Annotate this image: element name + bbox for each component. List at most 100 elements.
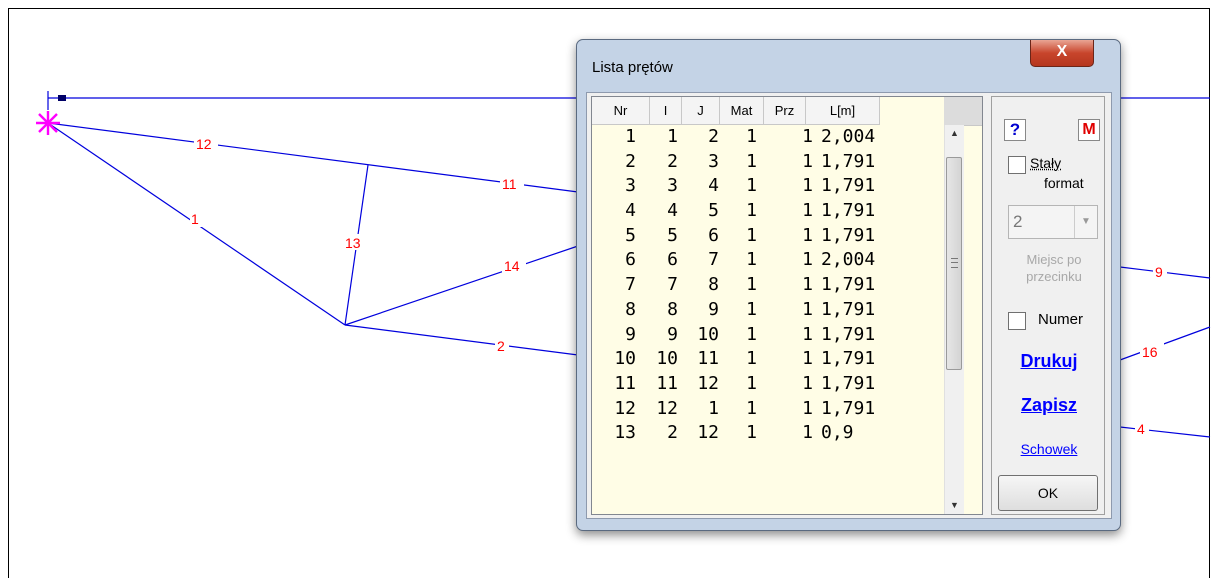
cell-nr: 5 [625, 224, 636, 246]
truss-member-4 [1119, 426, 1211, 438]
print-button[interactable]: Drukuj [992, 351, 1106, 372]
vertical-scrollbar[interactable]: ▲ ▼ [944, 125, 964, 514]
cell-nr: 9 [625, 323, 636, 345]
cell-j: 6 [708, 224, 719, 246]
cell-nr: 1 [625, 126, 636, 147]
list-header: Nr I J Mat Prz L[m] [592, 97, 962, 125]
cell-mat: 1 [746, 126, 757, 147]
header-mat[interactable]: Mat [720, 97, 764, 125]
cell-mat: 1 [746, 249, 757, 271]
cell-prz: 1 [802, 126, 813, 147]
cell-nr: 6 [625, 249, 636, 271]
table-row[interactable]: 8 8 9 1 1 1,791 [592, 298, 944, 323]
member-label-13: 13 [345, 235, 361, 251]
scroll-up-arrow-icon[interactable]: ▲ [945, 125, 964, 142]
cell-mat: 1 [746, 372, 757, 394]
cell-prz: 1 [802, 224, 813, 246]
header-prz[interactable]: Prz [764, 97, 806, 125]
m-button[interactable]: M [1078, 119, 1100, 141]
support-asterisk-icon [36, 111, 60, 135]
table-row[interactable]: 5 5 6 1 1 1,791 [592, 224, 944, 249]
cell-nr: 4 [625, 200, 636, 222]
cell-j: 3 [708, 150, 719, 172]
truss-member-14 [344, 245, 579, 326]
member-label-4: 4 [1137, 421, 1145, 437]
table-row[interactable]: 13 2 12 1 1 0,9 [592, 421, 944, 446]
cell-nr: 8 [625, 298, 636, 320]
cell-prz: 1 [802, 372, 813, 394]
cell-length: 1,791 [821, 372, 876, 394]
fixed-format-checkbox[interactable] [1008, 156, 1026, 174]
cell-mat: 1 [746, 224, 757, 246]
number-checkbox[interactable] [1008, 312, 1026, 330]
cell-i: 6 [667, 249, 678, 271]
cell-j: 11 [697, 348, 719, 370]
close-button[interactable]: X [1030, 40, 1094, 67]
cell-j: 12 [697, 372, 719, 394]
cell-i: 2 [667, 150, 678, 172]
decimal-places-label: Miejsc po przecinku [1026, 252, 1082, 284]
cell-nr: 10 [614, 348, 636, 370]
cell-length: 1,791 [821, 200, 876, 222]
cell-length: 1,791 [821, 150, 876, 172]
table-row[interactable]: 6 6 7 1 1 2,004 [592, 248, 944, 273]
header-i[interactable]: I [650, 97, 682, 125]
cell-i: 10 [656, 348, 678, 370]
cell-i: 3 [667, 175, 678, 197]
table-row[interactable]: 10 10 11 1 1 1,791 [592, 347, 944, 372]
cell-length: 1,791 [821, 224, 876, 246]
decimal-places-select[interactable]: 2 ▼ [1008, 205, 1098, 239]
cell-nr: 11 [614, 372, 636, 394]
cell-prz: 1 [802, 397, 813, 419]
cell-length: 1,791 [821, 323, 876, 345]
ok-button[interactable]: OK [998, 475, 1098, 511]
table-row[interactable]: 12 12 1 1 1 1,791 [592, 397, 944, 422]
cell-length: 1,791 [821, 397, 876, 419]
header-length[interactable]: L[m] [806, 97, 880, 125]
cell-prz: 1 [802, 200, 813, 222]
cell-j: 4 [708, 175, 719, 197]
truss-member-2 [344, 324, 579, 356]
cell-length: 1,791 [821, 298, 876, 320]
member-label-12: 12 [196, 136, 212, 152]
header-nr[interactable]: Nr [592, 97, 650, 125]
table-row[interactable]: 11 11 12 1 1 1,791 [592, 372, 944, 397]
cell-length: 1,791 [821, 274, 876, 296]
member-label-2: 2 [497, 338, 505, 354]
header-filler [944, 97, 982, 126]
cell-nr: 7 [625, 274, 636, 296]
member-list[interactable]: Nr I J Mat Prz L[m] 1 1 2 1 1 2,004 2 2 3 1 1 1,791… [591, 96, 983, 515]
cell-j: 8 [708, 274, 719, 296]
table-row[interactable]: 1 1 2 1 1 2,004 [592, 125, 944, 150]
save-button[interactable]: Zapisz [992, 395, 1106, 416]
cell-i: 7 [667, 274, 678, 296]
scroll-thumb[interactable] [946, 157, 962, 370]
cell-i: 2 [667, 422, 678, 444]
scroll-down-arrow-icon[interactable]: ▼ [945, 497, 964, 514]
cell-mat: 1 [746, 397, 757, 419]
cell-mat: 1 [746, 274, 757, 296]
cell-i: 11 [656, 372, 678, 394]
cell-prz: 1 [802, 422, 813, 444]
header-j[interactable]: J [682, 97, 720, 125]
chevron-down-icon[interactable]: ▼ [1074, 206, 1097, 238]
dialog-title: Lista prętów [592, 59, 673, 76]
cell-nr: 3 [625, 175, 636, 197]
decimal-places-value: 2 [1013, 212, 1023, 231]
cell-length: 1,791 [821, 175, 876, 197]
clipboard-button[interactable]: Schowek [992, 441, 1106, 457]
table-row[interactable]: 9 9 10 1 1 1,791 [592, 323, 944, 348]
help-button[interactable]: ? [1004, 119, 1026, 141]
cell-prz: 1 [802, 298, 813, 320]
table-row[interactable]: 7 7 8 1 1 1,791 [592, 273, 944, 298]
number-label: Numer [1038, 311, 1084, 328]
cell-length: 2,004 [821, 249, 876, 271]
table-row[interactable]: 2 2 3 1 1 1,791 [592, 150, 944, 175]
cell-nr: 2 [625, 150, 636, 172]
table-row[interactable]: 3 3 4 1 1 1,791 [592, 174, 944, 199]
truss-member-16 [1119, 326, 1211, 361]
table-row[interactable]: 4 4 5 1 1 1,791 [592, 199, 944, 224]
cell-j: 2 [708, 126, 719, 147]
cell-i: 1 [667, 126, 678, 147]
cell-length: 1,791 [821, 348, 876, 370]
